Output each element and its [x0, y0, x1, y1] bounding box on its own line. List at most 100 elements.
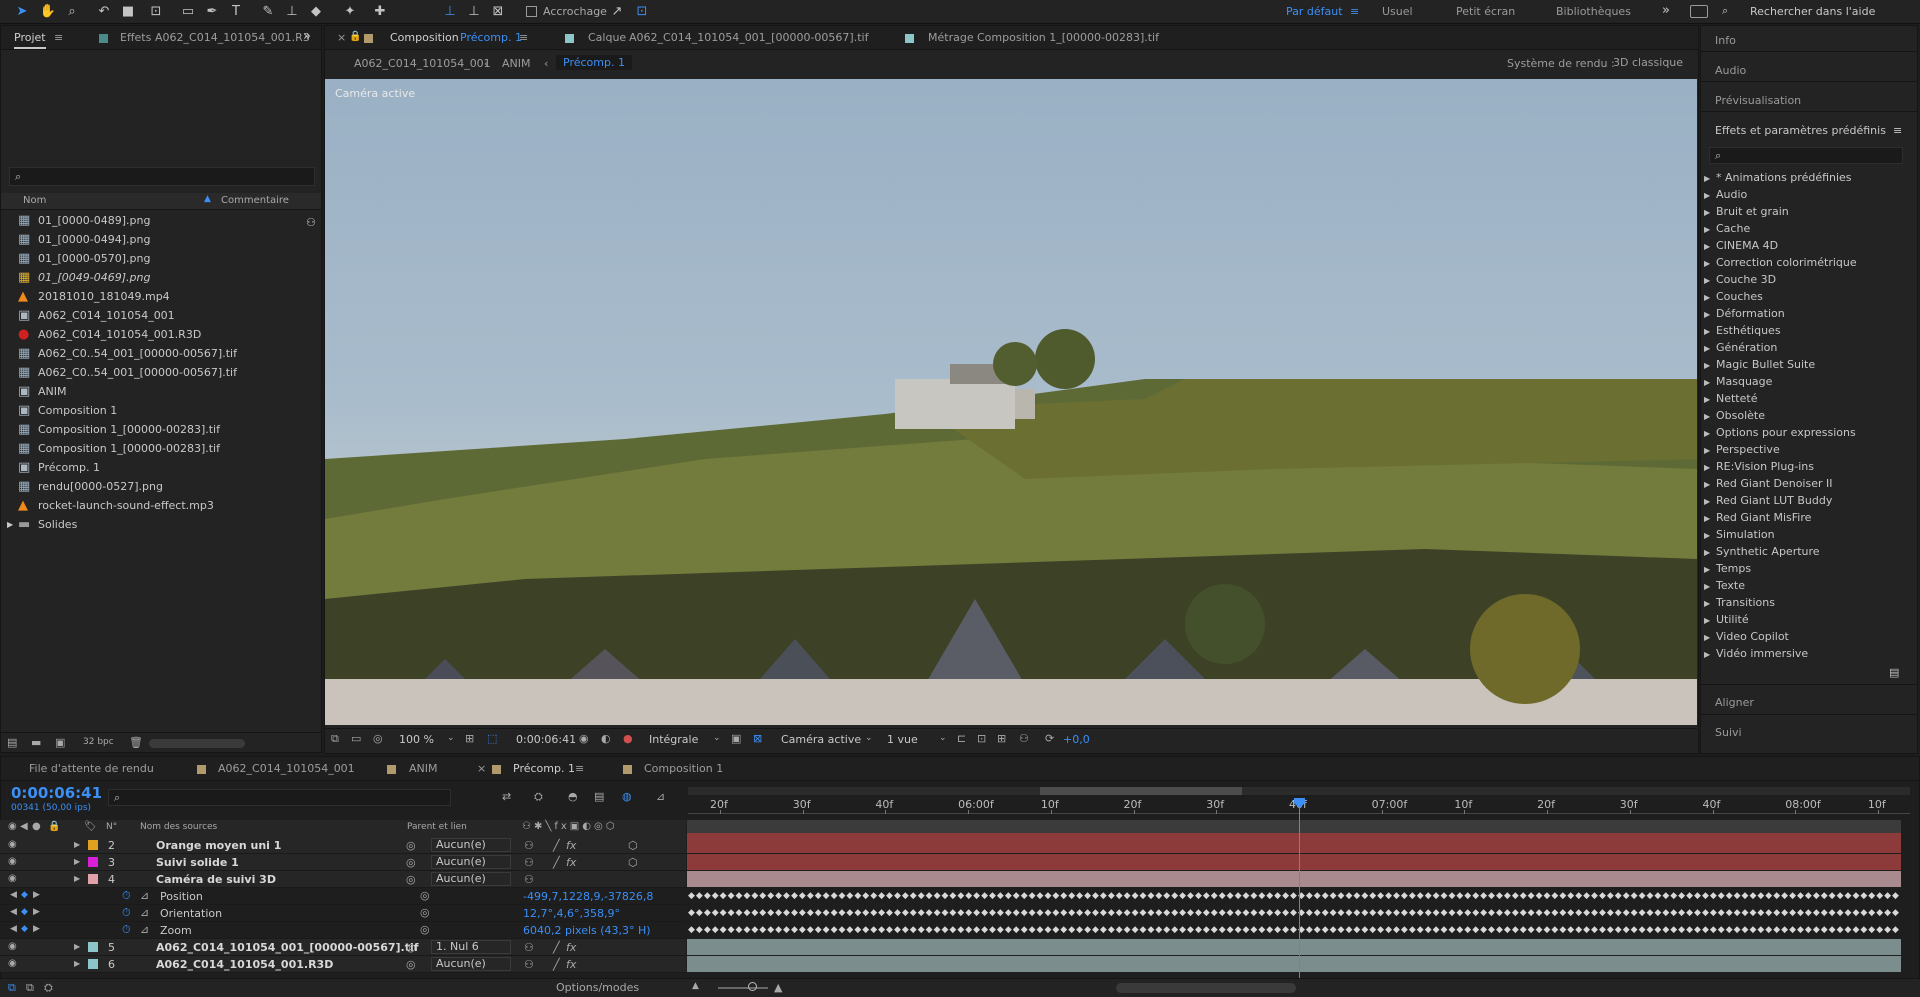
layer-name[interactable]: Suivi solide 1 — [156, 856, 239, 869]
timeline-zoom-slider[interactable] — [718, 987, 768, 989]
in-out-toggle-icon[interactable]: ⛭ — [44, 981, 53, 995]
audio-switch-icon[interactable]: ◀ — [20, 821, 28, 832]
transparency-grid-icon[interactable]: ⊠ — [753, 732, 762, 745]
effects-category-item[interactable]: ▶ Magic Bullet Suite — [1704, 358, 1815, 371]
tab-footage-name[interactable]: Composition 1_[00000-00283].tif — [977, 31, 1159, 44]
playhead[interactable] — [1294, 798, 1305, 978]
layer-duration-bar[interactable] — [687, 939, 1901, 955]
project-item[interactable]: ▣ A062_C014_101054_001 — [1, 306, 319, 325]
effects-search-input[interactable]: ⌕ — [1709, 147, 1903, 164]
solo-switch-icon[interactable]: ● — [32, 821, 41, 832]
camera-tool-icon[interactable]: ■ — [118, 2, 138, 22]
keyframe-track[interactable]: ◆◆◆◆◆◆◆◆◆◆◆◆◆◆◆◆◆◆◆◆◆◆◆◆◆◆◆◆◆◆◆◆◆◆◆◆◆◆◆◆… — [688, 907, 1900, 919]
shy-switch-icon[interactable]: ⚇ — [524, 856, 534, 869]
property-value[interactable]: 6040,2 pixels (43,3° H) — [523, 924, 651, 937]
quality-switch-icon[interactable]: ╱ — [553, 839, 560, 852]
project-menu-icon[interactable]: ≡ — [54, 31, 63, 44]
expand-triangle-icon[interactable]: ▶ — [1704, 191, 1716, 200]
timeline-search-input[interactable]: ⌕ — [108, 789, 451, 806]
3d-layer-icon[interactable]: ⬡ — [628, 839, 638, 852]
stopwatch-icon[interactable]: ⏱ — [122, 906, 131, 920]
expand-triangle-icon[interactable]: ▶ — [1704, 310, 1716, 319]
expand-triangle-icon[interactable]: ▶ — [74, 857, 80, 866]
keyframe-nav-icon[interactable]: ◀ — [10, 924, 17, 934]
audio-panel-header[interactable]: Audio — [1715, 64, 1746, 77]
project-item[interactable]: ▶ ▬ Solides — [1, 515, 319, 534]
parent-dropdown[interactable]: Aucun(e) — [431, 957, 511, 971]
effects-category-item[interactable]: ▶ Cache — [1704, 222, 1750, 235]
property-row[interactable]: ◀ ◆ ▶ ⏱ ⊿ Position ◎ -499,7,1228,9,-37826,8 — [0, 888, 686, 905]
project-item[interactable]: ▣ ANIM — [1, 382, 319, 401]
shy-layers-icon[interactable]: ◓ — [568, 790, 578, 803]
bit-depth-button[interactable]: 32 bpc — [83, 737, 114, 747]
stopwatch-icon[interactable]: ⏱ — [122, 889, 131, 903]
tab-layer-name[interactable]: A062_C014_101054_001_[00000-00567].tif — [629, 31, 868, 44]
viewer-menu-icon[interactable]: ≡ — [519, 31, 528, 44]
quality-switch-icon[interactable]: ╱ — [553, 958, 560, 971]
timeline-zoom-thumb[interactable] — [748, 982, 757, 991]
project-item[interactable]: ▦ Composition 1_[00000-00283].tif — [1, 420, 319, 439]
keyframe-nav-icon[interactable]: ◀ — [10, 907, 17, 917]
tab-effects-target[interactable]: A062_C014_101054_001.R3 — [155, 31, 310, 44]
clone-stamp-tool-icon[interactable]: ⊥ — [282, 2, 302, 22]
video-visibility-icon[interactable]: ◉ — [8, 839, 17, 850]
expression-pickwhip-icon[interactable]: ◎ — [420, 906, 430, 919]
local-axis-mode-icon[interactable]: ⊥ — [440, 2, 460, 22]
flowchart-icon[interactable]: ⚇ — [1019, 732, 1029, 745]
flowchart-icon[interactable]: ⚇ — [306, 216, 316, 229]
keyframe-track[interactable]: ◆◆◆◆◆◆◆◆◆◆◆◆◆◆◆◆◆◆◆◆◆◆◆◆◆◆◆◆◆◆◆◆◆◆◆◆◆◆◆◆… — [688, 924, 1900, 936]
project-item[interactable]: ● A062_C014_101054_001.R3D — [1, 325, 319, 344]
effects-category-item[interactable]: ▶ Synthetic Aperture — [1704, 545, 1820, 558]
project-item[interactable]: ▦ A062_C0..54_001_[00000-00567].tif — [1, 363, 319, 382]
expand-triangle-icon[interactable]: ▶ — [1704, 378, 1716, 387]
current-timecode[interactable]: 0:00:06:41 — [11, 784, 102, 802]
expand-triangle-icon[interactable]: ▶ — [1704, 633, 1716, 642]
resolution-dropdown[interactable]: Intégrale — [649, 733, 698, 746]
project-item[interactable]: ▦ Composition 1_[00000-00283].tif — [1, 439, 319, 458]
breadcrumb-current[interactable]: Précomp. 1 — [556, 55, 632, 70]
effects-category-item[interactable]: ▶ Vidéo immersive — [1704, 647, 1808, 660]
layer-label-color[interactable] — [88, 840, 98, 850]
expand-triangle-icon[interactable]: ▶ — [74, 942, 80, 951]
expand-triangle-icon[interactable]: ▶ — [1704, 242, 1716, 251]
project-item[interactable]: ▣ Composition 1 — [1, 401, 319, 420]
expand-triangle-icon[interactable]: ▶ — [7, 515, 13, 534]
layer-row[interactable]: ◉ ▶ 3 Suivi solide 1 ◎ Aucun(e) ⚇ ╱ fx ⬡ — [0, 854, 686, 871]
type-tool-icon[interactable]: T — [226, 2, 246, 22]
effects-category-item[interactable]: ▶ Couches — [1704, 290, 1763, 303]
fx-switch-icon[interactable]: fx — [566, 958, 576, 971]
lock-icon[interactable]: 🔒 — [349, 31, 361, 42]
effects-category-item[interactable]: ▶ Utilité — [1704, 613, 1749, 626]
expand-triangle-icon[interactable]: ▶ — [1704, 497, 1716, 506]
snap-checkbox[interactable] — [526, 6, 537, 17]
effects-category-item[interactable]: ▶ Netteté — [1704, 392, 1757, 405]
fx-switch-icon[interactable]: fx — [566, 839, 576, 852]
transfer-controls-toggle-icon[interactable]: ⧉ — [26, 981, 34, 995]
column-number[interactable]: N° — [106, 822, 117, 832]
label-column-icon[interactable]: 🏷 — [84, 821, 97, 832]
workspace-default[interactable]: Par défaut — [1286, 5, 1343, 18]
tab-comp[interactable]: A062_C014_101054_001 — [218, 762, 355, 775]
brush-tool-icon[interactable]: ✎ — [258, 2, 278, 22]
workspace-small-screen[interactable]: Petit écran — [1456, 5, 1515, 18]
layer-label-color[interactable] — [88, 942, 98, 952]
tab-layer-prefix[interactable]: Calque — [588, 31, 626, 44]
motion-blur-icon[interactable]: ◍ — [622, 790, 632, 803]
switches-modes-toggle[interactable]: Options/modes — [556, 981, 639, 994]
layer-duration-bar[interactable] — [687, 956, 1901, 972]
layer-label-color[interactable] — [88, 857, 98, 867]
exposure-value[interactable]: +0,0 — [1063, 733, 1090, 746]
tab-comp[interactable]: Composition 1 — [644, 762, 723, 775]
close-tab-icon[interactable]: × — [477, 762, 486, 775]
pen-tool-icon[interactable]: ✒ — [202, 2, 222, 22]
effects-category-item[interactable]: ▶ Déformation — [1704, 307, 1785, 320]
project-item[interactable]: ▦ 01_[0049-0469].png — [1, 268, 319, 287]
expand-triangle-icon[interactable]: ▶ — [1704, 514, 1716, 523]
effects-category-item[interactable]: ▶ Red Giant MisFire — [1704, 511, 1811, 524]
layer-name[interactable]: A062_C014_101054_001_[00000-00567].tif — [156, 941, 419, 954]
effects-category-item[interactable]: ▶ Red Giant LUT Buddy — [1704, 494, 1832, 507]
video-visibility-icon[interactable]: ◉ — [8, 873, 17, 884]
stopwatch-icon[interactable]: ⏱ — [122, 923, 131, 937]
effects-category-item[interactable]: ▶ Esthétiques — [1704, 324, 1781, 337]
tab-footage-prefix[interactable]: Métrage — [928, 31, 974, 44]
